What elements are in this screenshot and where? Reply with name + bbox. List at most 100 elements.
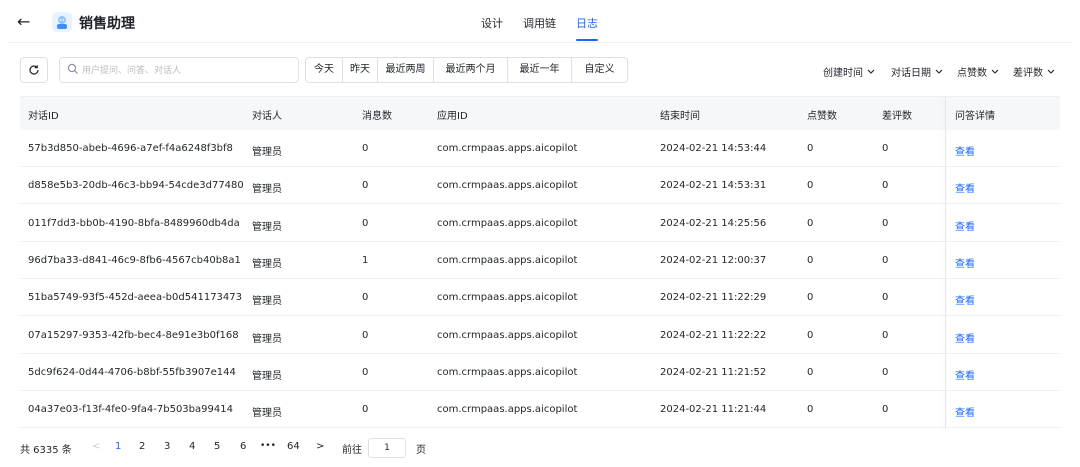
cell-end-time: 2024-02-21 14:25:56: [660, 217, 767, 229]
cell-conversation-id: d858e5b3-20db-46c3-bb94-54cde3d77480: [28, 180, 244, 192]
cell-dislikes: 0: [882, 180, 889, 192]
date-filter-two-weeks[interactable]: 最近两周: [378, 58, 434, 82]
table-row: 51ba5749-93f5-452d-aeea-b0d541173473 管理员 0…: [20, 279, 1060, 317]
column-header-qa-details: 问答详情: [955, 111, 995, 122]
cell-dislikes: 0: [882, 404, 889, 416]
cell-user: 管理员: [252, 333, 282, 345]
cell-end-time: 2024-02-21 11:22:22: [660, 329, 767, 341]
table-row: 57b3d850-abeb-4696-a7ef-f4a6248f3bf8 管理员 0…: [20, 130, 1060, 167]
column-header-end-time: 结束时间: [660, 111, 700, 122]
view-details-link[interactable]: 查看: [955, 404, 975, 419]
top-bar: ← 销售助理 设计 调用链 日志: [0, 0, 1080, 44]
goto-label: 前往: [342, 445, 362, 456]
cell-message-count: 0: [362, 143, 369, 154]
page-button-4[interactable]: 4: [189, 441, 195, 452]
cell-conversation-id: 07a15297-9353-42fb-bec4-8e91e3b0f168: [28, 329, 239, 341]
tab-bar: 设计 调用链 日志: [0, 0, 1080, 44]
sort-created-time[interactable]: 创建时间: [823, 64, 875, 79]
refresh-button[interactable]: [20, 57, 48, 83]
sort-likes[interactable]: 点赞数: [957, 64, 999, 79]
date-filter-today[interactable]: 今天: [306, 58, 343, 82]
view-details-link[interactable]: 查看: [955, 218, 975, 233]
cell-dislikes: 0: [882, 143, 889, 154]
cell-message-count: 0: [362, 292, 369, 304]
table-row: d858e5b3-20db-46c3-bb94-54cde3d77480 管理员 0…: [20, 167, 1060, 205]
chevron-down-icon: [1047, 69, 1055, 75]
cell-dislikes: 0: [882, 254, 889, 266]
view-details-link[interactable]: 查看: [955, 330, 975, 345]
column-header-likes: 点赞数: [807, 111, 837, 122]
search-box: [59, 57, 348, 83]
page-button-2[interactable]: 2: [139, 441, 145, 452]
sort-label: 对话日期: [891, 68, 931, 79]
page-button-5[interactable]: 5: [214, 441, 220, 452]
tab-logs[interactable]: 日志: [576, 15, 598, 31]
view-details-link[interactable]: 查看: [955, 367, 975, 382]
cell-user: 管理员: [252, 147, 282, 158]
cell-dislikes: 0: [882, 366, 889, 378]
date-filter-group: 今天 昨天 最近两周 最近两个月 最近一年 自定义: [305, 57, 628, 83]
cell-conversation-id: 57b3d850-abeb-4696-a7ef-f4a6248f3bf8: [28, 143, 233, 154]
cell-user: 管理员: [252, 258, 282, 270]
prev-page-button[interactable]: <: [92, 441, 100, 452]
chevron-down-icon: [867, 69, 875, 75]
column-header-message-count: 消息数: [362, 111, 392, 122]
cell-message-count: 0: [362, 217, 369, 229]
cell-dislikes: 0: [882, 292, 889, 304]
goto-page-input[interactable]: [368, 438, 406, 458]
cell-end-time: 2024-02-21 11:22:29: [660, 292, 767, 304]
cell-likes: 0: [807, 217, 814, 229]
search-input[interactable]: [82, 62, 272, 79]
cell-app-id: com.crmpaas.apps.aicopilot: [437, 404, 578, 416]
page-button-1[interactable]: 1: [115, 441, 121, 452]
next-page-button[interactable]: >: [316, 441, 324, 452]
column-header-user: 对话人: [252, 111, 282, 122]
tab-call-chain[interactable]: 调用链: [523, 15, 556, 31]
cell-message-count: 0: [362, 329, 369, 341]
view-details-link[interactable]: 查看: [955, 180, 975, 195]
refresh-icon: [29, 65, 39, 75]
pagination: 共 6335 条 < 1 2 3 4 5 6 ••• 64 > 前往 页: [0, 438, 1080, 460]
view-details-link[interactable]: 查看: [955, 255, 975, 270]
cell-likes: 0: [807, 366, 814, 378]
sort-label: 差评数: [1013, 68, 1043, 79]
date-filter-yesterday[interactable]: 昨天: [343, 58, 378, 82]
table-row: 07a15297-9353-42fb-bec4-8e91e3b0f168 管理员 0…: [20, 317, 1060, 354]
sort-label: 创建时间: [823, 68, 863, 79]
toolbar: 今天 昨天 最近两周 最近两个月 最近一年 自定义 创建时间 对话日期 点赞数 …: [0, 57, 1080, 83]
table-header: 对话ID 对话人 消息数 应用ID 结束时间 点赞数 差评数 问答详情: [20, 97, 1060, 130]
cell-user: 管理员: [252, 296, 282, 308]
column-header-dislikes: 差评数: [882, 111, 912, 122]
column-header-app-id: 应用ID: [437, 111, 468, 122]
cell-message-count: 1: [362, 254, 369, 266]
cell-app-id: com.crmpaas.apps.aicopilot: [437, 254, 578, 266]
cell-conversation-id: 5dc9f624-0d44-4706-b8bf-55fb3907e144: [28, 366, 236, 378]
cell-likes: 0: [807, 404, 814, 416]
cell-user: 管理员: [252, 184, 282, 196]
date-filter-two-months[interactable]: 最近两个月: [434, 58, 508, 82]
page-ellipsis[interactable]: •••: [260, 441, 276, 451]
cell-conversation-id: 04a37e03-f13f-4fe0-9fa4-7b503ba99414: [28, 404, 233, 416]
view-details-link[interactable]: 查看: [955, 143, 975, 158]
page-button-6[interactable]: 6: [240, 441, 246, 452]
total-count: 共 6335 条: [20, 445, 72, 456]
cell-app-id: com.crmpaas.apps.aicopilot: [437, 292, 578, 304]
date-filter-one-year[interactable]: 最近一年: [508, 58, 572, 82]
chevron-down-icon: [935, 69, 943, 75]
sort-conversation-date[interactable]: 对话日期: [891, 64, 943, 79]
cell-dislikes: 0: [882, 329, 889, 341]
cell-user: 管理员: [252, 370, 282, 382]
cell-likes: 0: [807, 180, 814, 192]
cell-user: 管理员: [252, 221, 282, 233]
view-details-link[interactable]: 查看: [955, 292, 975, 307]
cell-message-count: 0: [362, 366, 369, 378]
sort-dislikes[interactable]: 差评数: [1013, 64, 1055, 79]
table-row: 04a37e03-f13f-4fe0-9fa4-7b503ba99414 管理员 0…: [20, 391, 1060, 429]
conversation-log-table: 对话ID 对话人 消息数 应用ID 结束时间 点赞数 差评数 问答详情 57b3…: [20, 96, 1060, 429]
page-button-3[interactable]: 3: [164, 441, 170, 452]
date-filter-custom[interactable]: 自定义: [572, 58, 627, 82]
page-button-64[interactable]: 64: [287, 441, 300, 452]
tab-design[interactable]: 设计: [481, 15, 503, 31]
cell-end-time: 2024-02-21 11:21:52: [660, 366, 767, 378]
column-header-conversation-id: 对话ID: [28, 111, 59, 122]
